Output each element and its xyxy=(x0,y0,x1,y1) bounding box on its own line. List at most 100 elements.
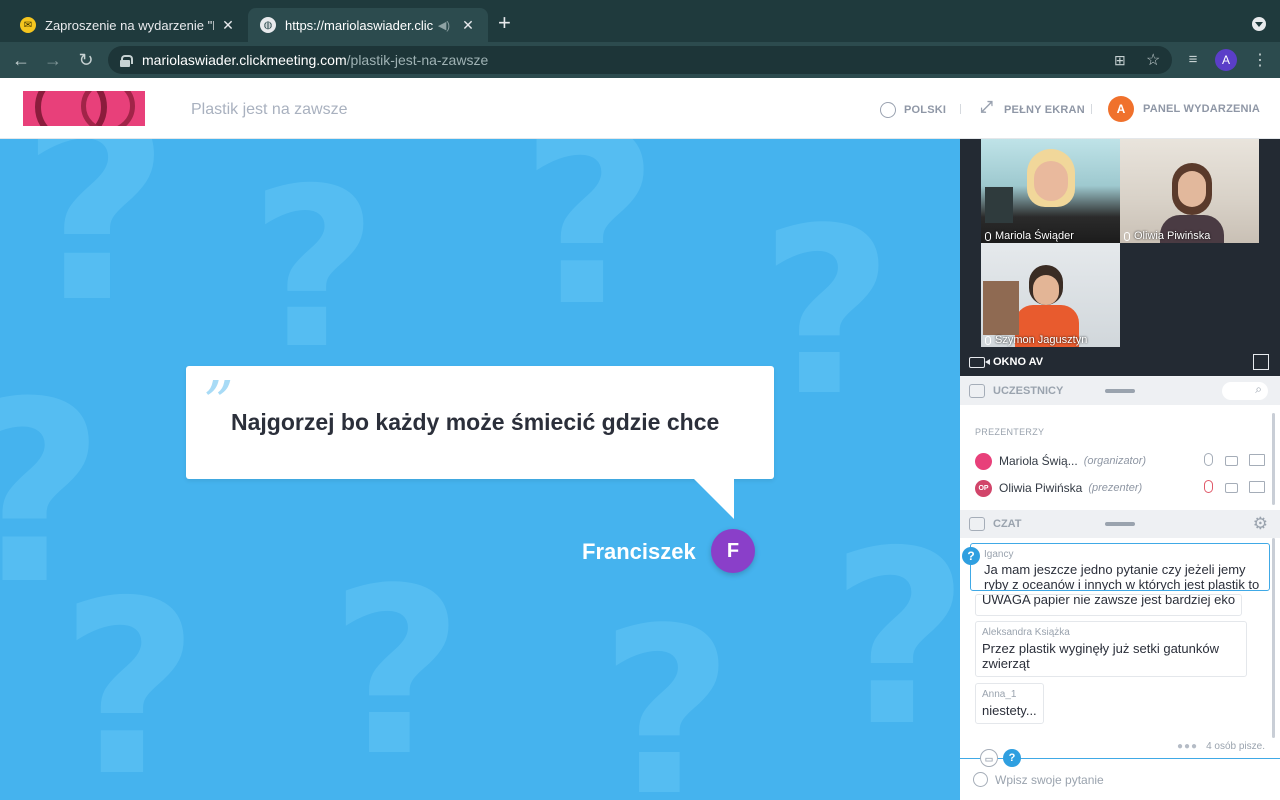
question-mark-decoration: ? xyxy=(60,549,200,800)
resize-handle[interactable] xyxy=(1105,522,1135,526)
media-queue-icon[interactable]: ≡ xyxy=(1182,49,1204,71)
fullscreen-button[interactable]: PEŁNY EKRAN xyxy=(980,99,1085,118)
participants-title: UCZESTNICY xyxy=(993,385,1064,397)
participants-search[interactable] xyxy=(1222,382,1268,400)
pinned-question[interactable]: Igancy Ja mam jeszcze jedno pytanie czy … xyxy=(970,543,1270,591)
participants-header[interactable]: UCZESTNICY xyxy=(960,377,1280,405)
chat-input-bar: ▭ ? Wpisz swoje pytanie xyxy=(960,749,1280,800)
expand-icon[interactable] xyxy=(1253,354,1269,370)
message-text: UWAGA papier nie zawsze jest bardziej ek… xyxy=(982,594,1236,607)
participant-face xyxy=(1034,161,1068,201)
participants-list: PREZENTERZY Mariola Świą... (organizator… xyxy=(960,405,1280,510)
participant-role: (organizator) xyxy=(1083,455,1147,467)
browser-tabbar: ✉ Zaproszenie na wydarzenie "Pl ✕ ◍ http… xyxy=(0,0,1280,42)
emoji-icon[interactable] xyxy=(973,772,988,787)
mail-icon: ✉ xyxy=(20,17,36,33)
message-author: Aleksandra Książka xyxy=(982,627,1070,638)
quote-mark-icon: ” xyxy=(203,369,234,439)
av-window-bar: OKNO AV xyxy=(960,348,1280,376)
camera-icon xyxy=(969,356,990,368)
quote-bubble-tail xyxy=(694,479,734,519)
question-badge-icon: ? xyxy=(962,547,980,565)
message-text: Przez plastik wyginęły już setki gatunkó… xyxy=(982,641,1219,671)
chat-mode-toggle: ▭ ? xyxy=(980,749,1026,767)
gear-icon[interactable]: ⚙ xyxy=(1253,515,1268,533)
quote-author: Franciszek xyxy=(582,539,696,564)
chat-mode-icon[interactable]: ▭ xyxy=(980,749,998,767)
mic-icon xyxy=(1124,231,1130,241)
event-title: Plastik jest na zawsze xyxy=(191,101,348,118)
event-panel-label: PANEL WYDARZENIA xyxy=(1143,103,1261,115)
star-icon[interactable]: ☆ xyxy=(1146,50,1160,70)
event-logo xyxy=(23,91,145,126)
chat-header[interactable]: CZAT ⚙ xyxy=(960,510,1280,538)
typing-indicator: ●●● 4 osób pisze. xyxy=(1177,741,1265,752)
message-author: Anna_1 xyxy=(982,689,1017,700)
typing-dots-icon: ●●● xyxy=(1176,741,1199,752)
tab-search-icon[interactable] xyxy=(1252,17,1266,31)
message-text: Ja mam jeszcze jedno pytanie czy jeżeli … xyxy=(984,562,1260,591)
profile-avatar[interactable]: A xyxy=(1215,49,1237,71)
chat-input[interactable]: Wpisz swoje pytanie xyxy=(995,773,1104,787)
mic-muted-icon[interactable] xyxy=(1204,480,1213,493)
speaker-icon[interactable]: ◀) xyxy=(438,19,450,32)
question-mode-icon[interactable]: ? xyxy=(1003,749,1021,767)
chair xyxy=(983,281,1019,335)
url-path: /plastik-jest-na-zawsze xyxy=(346,52,489,68)
screen-share-icon[interactable] xyxy=(1249,481,1265,493)
url-host: mariolaswiader.clickmeeting.com xyxy=(142,52,347,68)
participant-row[interactable]: OP Oliwia Piwińska (prezenter) xyxy=(975,478,1270,498)
forward-arrow-icon[interactable]: → xyxy=(42,49,64,71)
camera-icon[interactable] xyxy=(1225,456,1238,466)
chat-message: Aleksandra Książka Przez plastik wyginęł… xyxy=(975,621,1247,677)
video-name: Mariola Świąder xyxy=(985,230,1074,242)
chat-messages: ? Igancy Ja mam jeszcze jedno pytanie cz… xyxy=(960,538,1280,758)
translate-icon[interactable]: ⊞ xyxy=(1114,52,1126,69)
video-tile[interactable]: Szymon Jagusztyn xyxy=(981,243,1120,347)
browser-tab-invitation[interactable]: ✉ Zaproszenie na wydarzenie "Pl ✕ xyxy=(8,8,248,42)
reload-icon[interactable]: ↻ xyxy=(75,49,97,71)
presenters-group-label: PREZENTERZY xyxy=(975,427,1045,437)
back-arrow-icon[interactable]: ← xyxy=(10,49,32,71)
question-mark-decoration: ? xyxy=(600,580,734,800)
message-author: Igancy xyxy=(984,549,1014,560)
participant-row[interactable]: Mariola Świą... (organizator) xyxy=(975,451,1270,471)
question-mark-decoration: ? xyxy=(250,141,378,397)
tab-title: Zaproszenie na wydarzenie "Pl xyxy=(45,17,214,33)
video-name: Szymon Jagusztyn xyxy=(985,334,1087,346)
message-text: niestety... xyxy=(982,703,1037,718)
event-header: Plastik jest na zawsze POLSKI PEŁNY EKRA… xyxy=(0,78,1280,139)
video-tile[interactable]: Mariola Świąder xyxy=(981,139,1120,243)
screen-share-icon[interactable] xyxy=(1249,454,1265,466)
question-mark-decoration: ? xyxy=(830,499,960,779)
chat-title: CZAT xyxy=(993,518,1022,530)
browser-toolbar: ← → ↻ mariolaswiader.clickmeeting.com /p… xyxy=(0,42,1280,78)
resize-handle[interactable] xyxy=(1105,389,1135,393)
menu-kebab-icon[interactable]: ⋮ xyxy=(1252,50,1268,70)
chat-message: Anna_1 niestety... xyxy=(975,683,1044,724)
language-selector[interactable]: POLSKI xyxy=(880,102,946,118)
browser-tab-active[interactable]: ◍ https://mariolaswiader.click ◀) ✕ xyxy=(248,8,488,42)
participants-scrollbar[interactable] xyxy=(1272,413,1275,505)
presentation-stage: ? ? ? ? ? ? ? ? ? ” Najgorzej bo każdy m… xyxy=(0,139,960,800)
mic-icon[interactable] xyxy=(1204,453,1213,466)
side-panel: Mariola Świąder Oliwia Piwińska Szymon J… xyxy=(960,139,1280,800)
close-tab-icon[interactable]: ✕ xyxy=(460,17,476,34)
header-divider xyxy=(1091,104,1092,114)
event-panel-button[interactable]: A PANEL WYDARZENIA xyxy=(1108,96,1260,122)
chat-scrollbar[interactable] xyxy=(1272,538,1275,738)
question-mark-decoration: ? xyxy=(330,540,464,800)
globe-icon xyxy=(880,102,896,118)
close-tab-icon[interactable]: ✕ xyxy=(220,17,236,34)
camera-icon[interactable] xyxy=(1225,483,1238,493)
participant-avatar: OP xyxy=(975,479,992,497)
question-mark-decoration: ? xyxy=(20,139,171,360)
address-bar[interactable]: mariolaswiader.clickmeeting.com /plastik… xyxy=(108,46,1172,74)
quote-bubble: ” Najgorzej bo każdy może śmiecić gdzie … xyxy=(186,366,774,479)
video-tile[interactable]: Oliwia Piwińska xyxy=(1120,139,1259,243)
participant-avatar xyxy=(975,452,992,470)
video-name: Oliwia Piwińska xyxy=(1124,230,1210,242)
new-tab-button[interactable]: + xyxy=(498,12,511,34)
language-label: POLSKI xyxy=(904,104,947,116)
tab-title: https://mariolaswiader.click xyxy=(285,17,434,33)
